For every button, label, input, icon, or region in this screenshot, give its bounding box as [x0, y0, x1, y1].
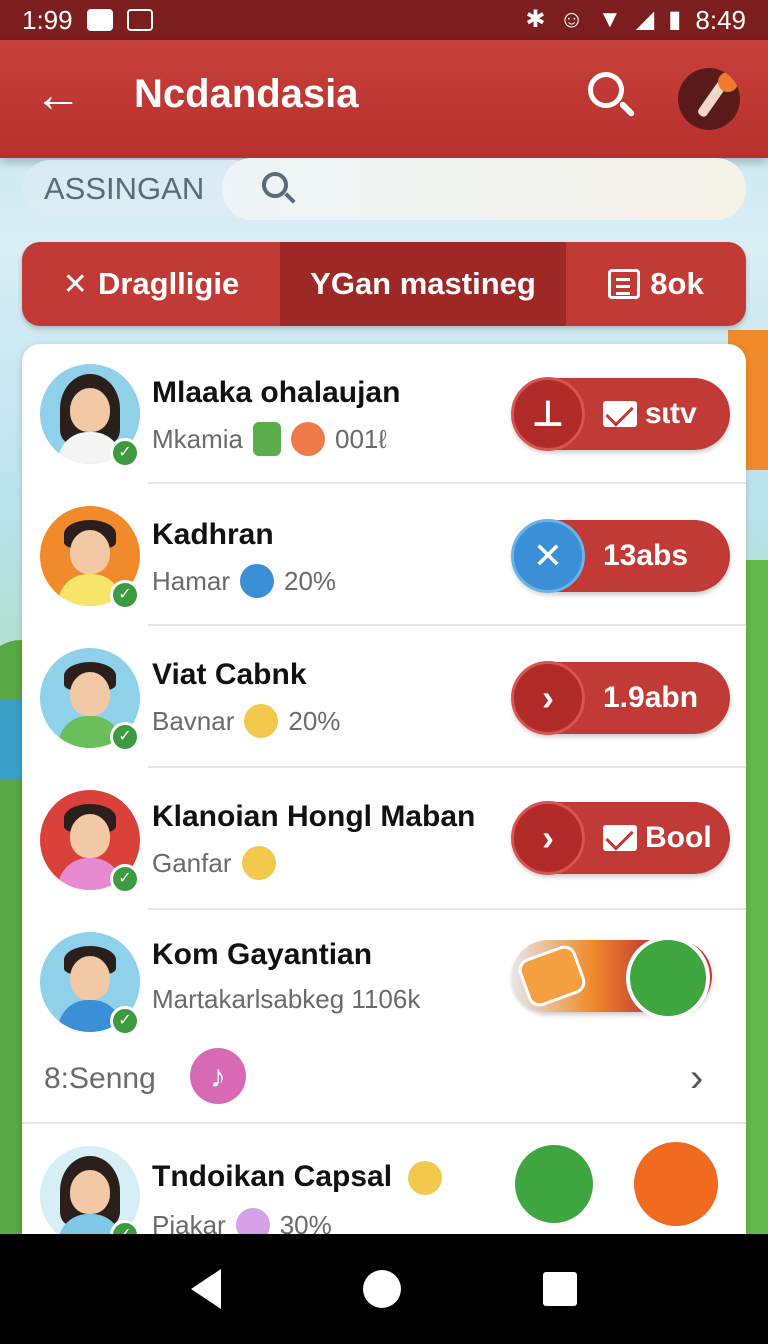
list-item[interactable]: ✓ Mlaaka ohalaujan Mkamia 001ℓ ⊥ sɩtv	[22, 344, 746, 484]
contact-subtitle: Piakar 30%	[152, 1208, 332, 1234]
contact-name: Tndoikan Capsal	[152, 1160, 443, 1196]
music-note-icon: ♪	[190, 1048, 246, 1104]
status-bar: 1:99 ✱ ☺ ▼ ◢ ▮ 8:49	[0, 0, 768, 40]
list-item[interactable]: ✓ Viat Cabnk Bavnar 20% › 1.9abn	[22, 628, 746, 768]
chat-bubble-icon	[291, 422, 326, 456]
action-button[interactable]: › 1.9abn	[511, 661, 730, 735]
mail-icon	[603, 401, 637, 427]
plant-icon	[253, 422, 282, 456]
sun-emoji-icon	[408, 1161, 443, 1196]
list-item[interactable]: ✓ Tndoikan Capsal Piakar 30%	[22, 1126, 746, 1234]
sprout-emoji-icon	[241, 846, 276, 880]
tab-bar: ✕ Draglligie YGan mastineg 8ok	[22, 242, 746, 326]
status-time-right: 8:49	[695, 4, 746, 35]
image-icon	[126, 9, 153, 31]
document-icon	[608, 269, 641, 299]
contact-subtitle: Hamar 20%	[152, 564, 336, 598]
verified-check-icon: ✓	[110, 438, 140, 468]
tab-label: Draglligie	[97, 266, 240, 301]
page-title: Ncdandasia	[134, 72, 359, 116]
bar-chart-icon	[240, 564, 275, 598]
notification-icon	[86, 9, 113, 31]
nav-home-icon[interactable]	[363, 1270, 401, 1308]
signal-icon: ◢	[635, 6, 655, 33]
tab-label: YGan mastineg	[310, 266, 536, 301]
action-button[interactable]: ✕ 13abs	[511, 519, 730, 593]
contact-subtitle: Martakarlsabkeg 1106k	[152, 984, 421, 1014]
action-button[interactable]: › Bool	[511, 801, 730, 875]
app-bar: ← Ncdandasia	[0, 40, 768, 158]
search-field[interactable]	[222, 158, 746, 220]
close-icon: ✕	[511, 519, 585, 593]
search-input[interactable]	[312, 168, 712, 208]
download-icon: ⊥	[511, 377, 585, 451]
status-time-left: 1:99	[22, 4, 73, 35]
action-button[interactable]: ⊥ sɩtv	[511, 377, 730, 451]
mail-icon	[603, 825, 637, 851]
contact-subtitle: Mkamia 001ℓ	[152, 422, 387, 456]
list-item[interactable]: ✓ Klanoian Hongl Maban Ganfar › Bool	[22, 770, 746, 910]
tab-8ok[interactable]: 8ok	[566, 242, 746, 326]
tab-label: 8ok	[650, 266, 704, 301]
contact-subtitle: Ganfar	[152, 846, 276, 880]
chevron-right-icon[interactable]: ›	[690, 1056, 703, 1101]
verified-check-icon: ✓	[110, 864, 140, 894]
face-emoji-icon	[244, 704, 279, 738]
ruler-icon	[515, 942, 589, 1010]
smiley-chat-icon[interactable]	[634, 1142, 718, 1226]
contact-name: Viat Cabnk	[152, 658, 307, 691]
contact-list: ✓ Mlaaka ohalaujan Mkamia 001ℓ ⊥ sɩtv ✓ …	[22, 344, 746, 1234]
arrow-left-icon[interactable]: ←	[28, 66, 88, 126]
contact-name: Klanoian Hongl Maban	[152, 800, 476, 833]
system-nav-bar	[0, 1234, 768, 1344]
contact-name: Kadhran	[152, 518, 274, 551]
song-label: 8:Senng	[44, 1062, 156, 1095]
alarm-icon: ☺	[559, 6, 584, 33]
pen-avatar-icon[interactable]	[678, 68, 740, 130]
song-row[interactable]: 8:Senng ♪ ›	[22, 1044, 746, 1124]
bluetooth-icon: ✱	[525, 6, 546, 33]
verified-check-icon: ✓	[110, 1006, 140, 1036]
list-item[interactable]: ✓ Kadhran Hamar 20% ✕ 13abs	[22, 486, 746, 626]
nav-back-icon[interactable]	[191, 1269, 221, 1309]
wifi-icon: ▼	[597, 6, 622, 33]
verified-check-icon: ✓	[110, 580, 140, 610]
cross-arrows-icon: ✕	[62, 267, 88, 301]
verified-check-icon: ✓	[110, 722, 140, 752]
contact-name: Kom Gayantian	[152, 938, 373, 971]
list-item[interactable]: ✓ Kom Gayantian Martakarlsabkeg 1106k	[22, 912, 746, 1052]
tab-ygan-mastineg[interactable]: YGan mastineg	[280, 242, 566, 326]
search-row: ASSINGAN	[22, 158, 746, 222]
contact-subtitle: Bavnar 20%	[152, 704, 340, 738]
nav-recents-icon[interactable]	[543, 1272, 577, 1306]
tab-draglligie[interactable]: ✕ Draglligie	[22, 242, 280, 326]
chevron-right-icon: ›	[511, 801, 585, 875]
battery-icon: ▮	[668, 6, 682, 33]
paper-plane-icon[interactable]	[512, 1142, 596, 1226]
smiley-face-icon[interactable]	[626, 936, 710, 1020]
search-icon[interactable]	[580, 66, 640, 126]
contact-name: Mlaaka ohalaujan	[152, 376, 401, 409]
chevron-right-icon: ›	[511, 661, 585, 735]
x-badge-icon	[235, 1208, 270, 1234]
